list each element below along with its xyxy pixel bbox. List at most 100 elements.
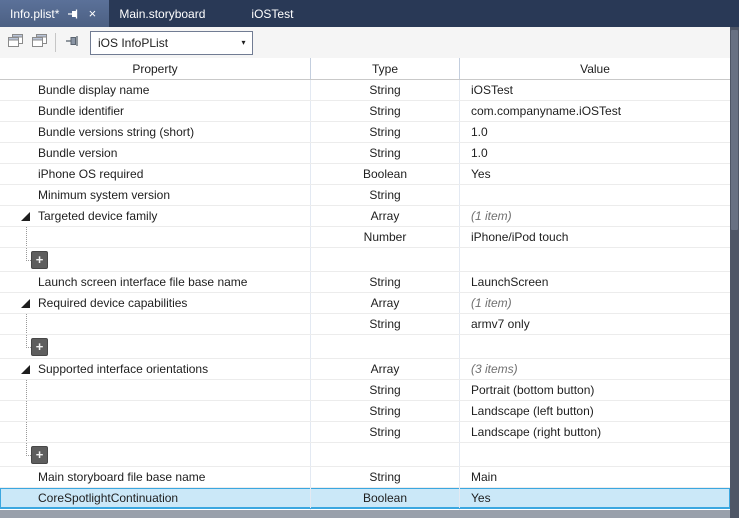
property-pages-button[interactable] — [3, 31, 27, 55]
add-entry-button[interactable]: + — [31, 251, 48, 269]
property-cell[interactable]: Minimum system version — [0, 185, 311, 205]
property-cell[interactable] — [0, 227, 311, 247]
value-cell[interactable]: iOSTest — [460, 80, 730, 100]
type-cell[interactable]: String — [311, 401, 460, 421]
property-cell[interactable]: CoreSpotlightContinuation — [0, 488, 311, 508]
value-cell[interactable]: 1.0 — [460, 122, 730, 142]
type-cell[interactable]: String — [311, 272, 460, 292]
property-cell[interactable]: Bundle display name — [0, 80, 311, 100]
value-cell[interactable]: Main — [460, 467, 730, 487]
property-cell[interactable]: Supported interface orientations — [0, 359, 311, 379]
type-cell[interactable]: String — [311, 101, 460, 121]
value-cell[interactable]: iPhone/iPod touch — [460, 227, 730, 247]
value-cell[interactable]: Yes — [460, 164, 730, 184]
value-cell[interactable]: Portrait (bottom button) — [460, 380, 730, 400]
add-entry-row: + — [0, 335, 730, 359]
type-cell[interactable]: Array — [311, 206, 460, 226]
collapse-arrow-icon[interactable] — [21, 212, 30, 221]
table-row[interactable]: Minimum system version String — [0, 185, 730, 206]
type-cell[interactable]: String — [311, 143, 460, 163]
property-cell[interactable]: Bundle identifier — [0, 101, 311, 121]
tab-main-storyboard[interactable]: Main.storyboard — [109, 0, 215, 27]
value-cell[interactable]: Landscape (right button) — [460, 422, 730, 442]
chevron-down-icon: ▾ — [241, 38, 246, 47]
value-cell[interactable]: armv7 only — [460, 314, 730, 334]
value-cell[interactable]: com.companyname.iOSTest — [460, 101, 730, 121]
value-cell[interactable]: 1.0 — [460, 143, 730, 163]
pin-icon[interactable] — [67, 8, 79, 20]
property-cell: + — [0, 248, 311, 271]
value-cell[interactable] — [460, 185, 730, 205]
add-entry-button[interactable]: + — [31, 338, 48, 356]
property-cell[interactable]: Main storyboard file base name — [0, 467, 311, 487]
type-cell[interactable]: String — [311, 314, 460, 334]
table-row[interactable]: String Landscape (left button) — [0, 401, 730, 422]
table-row[interactable]: Bundle versions string (short) String 1.… — [0, 122, 730, 143]
horizontal-scrollbar[interactable] — [0, 510, 730, 518]
source-view-button[interactable] — [27, 31, 51, 55]
type-cell[interactable]: String — [311, 185, 460, 205]
collapse-arrow-icon[interactable] — [21, 365, 30, 374]
table-row[interactable]: Main storyboard file base name String Ma… — [0, 467, 730, 488]
type-cell — [311, 443, 460, 466]
type-cell[interactable]: Array — [311, 293, 460, 313]
table-row[interactable]: String Landscape (right button) — [0, 422, 730, 443]
vertical-scrollbar[interactable] — [730, 27, 739, 518]
value-cell[interactable]: LaunchScreen — [460, 272, 730, 292]
table-row[interactable]: Bundle identifier String com.companyname… — [0, 101, 730, 122]
table-row[interactable]: String Portrait (bottom button) — [0, 380, 730, 401]
column-header-property[interactable]: Property — [0, 58, 311, 79]
tab-label: Main.storyboard — [119, 6, 206, 21]
property-cell[interactable] — [0, 401, 311, 421]
type-cell — [311, 335, 460, 358]
column-header-value[interactable]: Value — [460, 58, 730, 79]
table-row[interactable]: Targeted device family Array (1 item) — [0, 206, 730, 227]
tab-info-plist[interactable]: Info.plist* × — [0, 0, 110, 27]
table-row[interactable]: Bundle display name String iOSTest — [0, 80, 730, 101]
value-cell[interactable]: (1 item) — [460, 293, 730, 313]
property-cell[interactable]: Launch screen interface file base name — [0, 272, 311, 292]
property-cell[interactable]: Bundle versions string (short) — [0, 122, 311, 142]
table-row[interactable]: Number iPhone/iPod touch — [0, 227, 730, 248]
plist-toolbar: iOS InfoPList ▾ — [0, 27, 730, 59]
plist-schema-dropdown[interactable]: iOS InfoPList ▾ — [90, 30, 253, 55]
dropdown-value: iOS InfoPList — [98, 35, 169, 50]
document-tabbar: Info.plist* × Main.storyboard iOSTest — [0, 0, 739, 27]
value-cell — [460, 248, 730, 271]
value-cell[interactable]: Landscape (left button) — [460, 401, 730, 421]
table-row[interactable]: Required device capabilities Array (1 it… — [0, 293, 730, 314]
value-cell[interactable]: Yes — [460, 488, 730, 508]
collapse-arrow-icon[interactable] — [21, 299, 30, 308]
type-cell[interactable]: Boolean — [311, 164, 460, 184]
table-row[interactable]: String armv7 only — [0, 314, 730, 335]
table-row[interactable]: CoreSpotlightContinuation Boolean Yes — [0, 488, 730, 509]
property-cell[interactable]: iPhone OS required — [0, 164, 311, 184]
type-cell[interactable]: String — [311, 80, 460, 100]
value-cell[interactable]: (3 items) — [460, 359, 730, 379]
table-row[interactable]: Supported interface orientations Array (… — [0, 359, 730, 380]
close-icon[interactable]: × — [85, 7, 99, 20]
value-cell[interactable]: (1 item) — [460, 206, 730, 226]
table-row[interactable]: Launch screen interface file base name S… — [0, 272, 730, 293]
property-cell[interactable]: Targeted device family — [0, 206, 311, 226]
type-cell[interactable]: Boolean — [311, 488, 460, 508]
type-cell[interactable]: String — [311, 380, 460, 400]
type-cell[interactable]: String — [311, 422, 460, 442]
table-row[interactable]: iPhone OS required Boolean Yes — [0, 164, 730, 185]
tab-iostest[interactable]: iOSTest — [241, 0, 303, 27]
type-cell[interactable]: String — [311, 122, 460, 142]
property-cell[interactable] — [0, 380, 311, 400]
pin-toggle-button[interactable] — [60, 31, 84, 55]
vertical-scrollbar-thumb[interactable] — [731, 30, 738, 230]
property-name: iPhone OS required — [38, 167, 144, 181]
type-cell[interactable]: Number — [311, 227, 460, 247]
column-header-type[interactable]: Type — [311, 58, 460, 79]
property-cell[interactable]: Bundle version — [0, 143, 311, 163]
type-cell[interactable]: String — [311, 467, 460, 487]
table-row[interactable]: Bundle version String 1.0 — [0, 143, 730, 164]
type-cell[interactable]: Array — [311, 359, 460, 379]
property-cell[interactable] — [0, 422, 311, 442]
property-cell[interactable] — [0, 314, 311, 334]
add-entry-button[interactable]: + — [31, 446, 48, 464]
property-cell[interactable]: Required device capabilities — [0, 293, 311, 313]
